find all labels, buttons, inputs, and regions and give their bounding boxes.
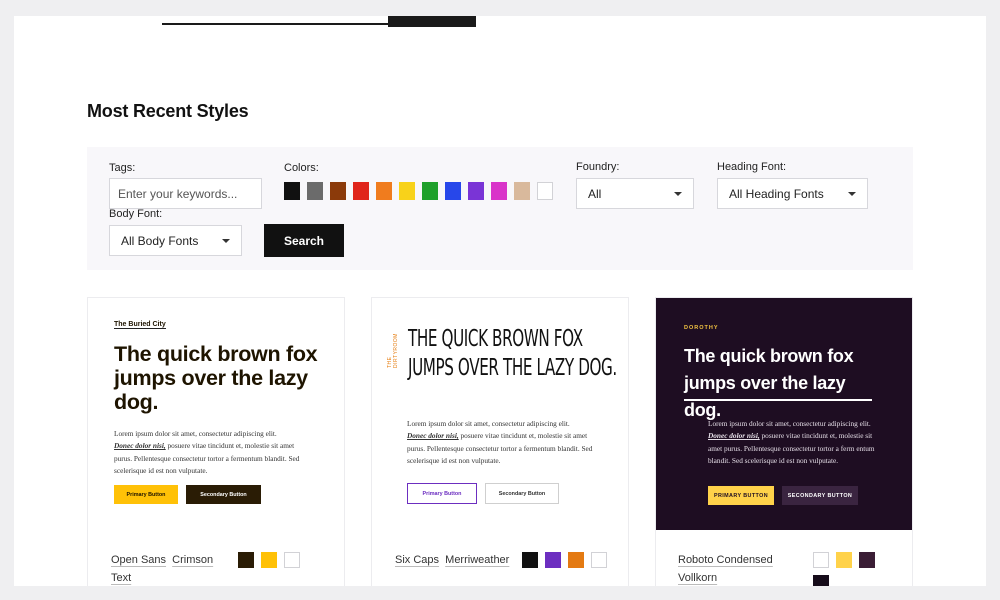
color-swatch-group <box>284 182 553 200</box>
tags-label: Tags: <box>109 162 136 174</box>
style-card-2[interactable]: THE DIRTYROOM THE QUICK BROWN FOX JUMPS O… <box>371 297 629 586</box>
palette-swatch <box>568 552 584 568</box>
heading-font-link[interactable]: Roboto Condensed <box>678 554 773 566</box>
card-font-names: Six Caps Merriweather <box>395 551 525 569</box>
color-swatch-10[interactable] <box>491 182 507 200</box>
palette-swatch <box>284 552 300 568</box>
secondary-button-preview[interactable]: SECONDARY BUTTON <box>782 486 858 505</box>
card-palette <box>238 552 318 568</box>
card-font-names: Open Sans Crimson Text <box>111 551 231 586</box>
palette-swatch <box>545 552 561 568</box>
section-title: Most Recent Styles <box>87 101 249 121</box>
foundry-select-value: All <box>588 186 602 201</box>
palette-swatch <box>859 552 875 568</box>
heading-font-label: Heading Font: <box>717 161 787 173</box>
palette-swatch <box>836 552 852 568</box>
body-font-select[interactable]: All Body Fonts <box>109 225 242 256</box>
card-palette <box>522 552 622 568</box>
body-font-link[interactable]: Vollkorn <box>678 572 717 584</box>
color-swatch-8[interactable] <box>445 182 461 200</box>
palette-swatch <box>813 552 829 568</box>
palette-swatch <box>591 552 607 568</box>
foundry-label: Foundry: <box>576 161 620 173</box>
card-headline: The quick brown fox jumps over the lazy … <box>114 342 318 414</box>
color-swatch-9[interactable] <box>468 182 484 200</box>
card-body-text: Lorem ipsum dolor sit amet, consectetur … <box>114 429 300 476</box>
header-divider <box>162 23 388 25</box>
colors-label: Colors: <box>284 162 319 174</box>
secondary-button-preview[interactable]: Secondary Button <box>186 485 261 504</box>
chevron-down-icon <box>848 192 856 196</box>
card-kicker: DOROTHY <box>684 325 719 331</box>
primary-button-preview[interactable]: PRIMARY BUTTON <box>708 486 774 505</box>
card-font-names: Roboto Condensed Vollkorn <box>678 551 798 586</box>
search-button[interactable]: Search <box>264 224 344 257</box>
card-headline: The quick brown fox jumps over the lazy … <box>684 346 854 420</box>
card-palette <box>813 552 885 586</box>
heading-font-link[interactable]: Open Sans <box>111 554 166 566</box>
page-content: Most Recent Styles Tags: Colors: Foundry… <box>14 16 986 586</box>
color-swatch-1[interactable] <box>284 182 300 200</box>
color-swatch-12[interactable] <box>537 182 553 200</box>
card-headline: THE QUICK BROWN FOX JUMPS OVER THE LAZY D… <box>408 326 617 381</box>
tags-search-input[interactable] <box>109 178 262 209</box>
heading-font-link[interactable]: Six Caps <box>395 554 439 566</box>
palette-swatch <box>522 552 538 568</box>
foundry-select[interactable]: All <box>576 178 694 209</box>
card-kicker: The Buried City <box>114 321 166 329</box>
palette-swatch <box>238 552 254 568</box>
secondary-button-preview[interactable]: Secondary Button <box>485 483 559 504</box>
card-body-text: Lorem ipsum dolor sit amet, consectetur … <box>708 419 875 466</box>
heading-font-select[interactable]: All Heading Fonts <box>717 178 868 209</box>
color-swatch-11[interactable] <box>514 182 530 200</box>
color-swatch-6[interactable] <box>399 182 415 200</box>
heading-font-select-value: All Heading Fonts <box>729 186 824 201</box>
palette-swatch <box>261 552 277 568</box>
card-body-text: Lorem ipsum dolor sit amet, consectetur … <box>407 419 593 466</box>
palette-swatch <box>813 575 829 586</box>
chevron-down-icon <box>222 239 230 243</box>
headline-underline <box>684 399 872 401</box>
header-button-fragment[interactable] <box>388 16 476 27</box>
color-swatch-7[interactable] <box>422 182 438 200</box>
filter-panel: Tags: Colors: Foundry: All Heading Font:… <box>87 147 913 270</box>
color-swatch-5[interactable] <box>376 182 392 200</box>
color-swatch-4[interactable] <box>353 182 369 200</box>
primary-button-preview[interactable]: Primary Button <box>114 485 178 504</box>
color-swatch-2[interactable] <box>307 182 323 200</box>
body-font-select-value: All Body Fonts <box>121 233 199 248</box>
color-swatch-3[interactable] <box>330 182 346 200</box>
chevron-down-icon <box>674 192 682 196</box>
style-card-3[interactable]: DOROTHY The quick brown fox jumps over t… <box>655 297 913 586</box>
style-card-1[interactable]: The Buried City The quick brown fox jump… <box>87 297 345 586</box>
card-dark-preview: DOROTHY The quick brown fox jumps over t… <box>656 298 912 530</box>
body-font-label: Body Font: <box>109 208 163 220</box>
card-kicker-vertical: THE DIRTYROOM <box>387 333 399 368</box>
primary-button-preview[interactable]: Primary Button <box>407 483 477 504</box>
body-font-link[interactable]: Merriweather <box>445 554 509 566</box>
